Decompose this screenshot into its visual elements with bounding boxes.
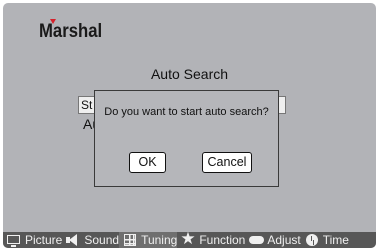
menu-tab-label: Picture: [25, 233, 63, 247]
speaker-icon: [65, 233, 82, 247]
menu-tab-label: Tuning: [141, 233, 178, 247]
menu-tab-label: Function: [199, 233, 246, 247]
menu-tab-tuning[interactable]: Tuning: [119, 232, 178, 248]
menu-tab-picture[interactable]: Picture: [3, 232, 62, 248]
menu-tab-label: Sound: [84, 233, 120, 247]
monitor-icon: [6, 233, 23, 247]
star-icon: ★: [180, 229, 196, 248]
menu-tab-label: Time: [322, 233, 349, 247]
adjust-icon: [248, 233, 265, 247]
brand-logo-text: Marshal: [39, 21, 103, 42]
cancel-button[interactable]: Cancel: [202, 152, 252, 173]
menu-title: Auto Search: [150, 66, 229, 82]
menu-tab-label: Adjust: [267, 233, 301, 247]
menu-tab-adjust[interactable]: Adjust: [245, 232, 301, 248]
menu-tab-time[interactable]: Time: [301, 232, 349, 248]
clock-icon: [304, 233, 321, 247]
menu-tab-function[interactable]: ★ Function: [177, 229, 246, 248]
tv-screen: Marshal Auto Search St Au Do you want to…: [3, 3, 376, 248]
dialog-message: Do you want to start auto search?: [104, 106, 269, 118]
confirm-dialog: Do you want to start auto search? OK Can…: [94, 90, 279, 187]
menu-tab-sound[interactable]: Sound: [62, 232, 119, 248]
logo-accent-icon: [50, 19, 56, 24]
main-menu-bar: Picture Sound Tuning ★ Function Adjust T…: [3, 229, 376, 248]
ok-button[interactable]: OK: [129, 152, 166, 173]
grid-icon: [122, 233, 139, 247]
